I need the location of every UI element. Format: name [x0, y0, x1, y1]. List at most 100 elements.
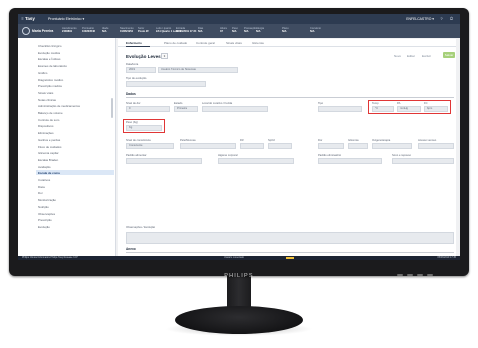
monitor-button	[397, 274, 403, 276]
sidebar-item[interactable]: Checklist cirúrgico	[38, 44, 61, 48]
main-panel: Enfermeiro Plano de cuidado Controle ger…	[118, 39, 456, 256]
sidebar-scrollbar[interactable]	[111, 98, 113, 118]
sidebar-item[interactable]: Notas clínicas	[38, 98, 56, 102]
app-title: Tasy	[25, 16, 35, 21]
sidebar-item[interactable]: Avaliação	[38, 165, 50, 169]
wound-location-field[interactable]	[202, 106, 268, 112]
sidebar-item[interactable]: Escala de coma	[38, 171, 60, 175]
pain-field[interactable]	[318, 143, 344, 149]
sidebar-item[interactable]: Exames de laboratório	[38, 64, 67, 68]
patient-field: Idade N/A	[102, 27, 109, 34]
sidebar-item[interactable]: Controle de soro	[38, 118, 59, 122]
sidebar-item[interactable]: Glicemia capilar	[38, 151, 59, 155]
edit-button[interactable]: Editar	[407, 54, 415, 58]
monitor-stand-base	[175, 306, 303, 334]
patient-avatar-icon	[22, 27, 30, 35]
sidebar-item[interactable]: Evolução médica	[38, 51, 60, 55]
app-header: ≡ Tasy Prontuário Eletrônico ▾ ENFELCAST…	[18, 14, 460, 24]
sidebar-item[interactable]: Curativos	[38, 178, 50, 182]
help-icon[interactable]: ?	[439, 16, 444, 21]
evolution-type-select[interactable]	[126, 81, 206, 87]
patient-field: Peso N/A	[232, 27, 238, 34]
patient-banner: Maria Pereira Atendimento 2436891 Prontuár…	[18, 24, 460, 38]
sidebar-item[interactable]: Evolução	[38, 225, 50, 229]
patient-field: Nascimento 01/06/1954	[120, 27, 134, 34]
sidebar-item[interactable]: Prescrição médica	[38, 84, 62, 88]
temperature-field[interactable]: °C	[372, 106, 394, 112]
observations-textarea[interactable]	[126, 232, 454, 244]
section-divider	[126, 252, 454, 253]
date-label: Data/Hora	[126, 63, 139, 66]
patient-field: Dias N/A	[198, 27, 203, 34]
patient-field: Atendimento 2436891	[62, 27, 77, 34]
record-count[interactable]: 3	[161, 53, 168, 59]
sidebar-item[interactable]: Ganhos e perdas	[38, 138, 60, 142]
sidebar-item[interactable]: Observações	[38, 212, 55, 216]
sidebar-item[interactable]: Nutrição	[38, 205, 49, 209]
type-select[interactable]	[318, 106, 362, 112]
weight-field[interactable]: Kg	[126, 125, 162, 131]
warning-indicator	[286, 257, 294, 259]
patient-name[interactable]: Maria Pereira	[32, 29, 53, 33]
sidebar-item[interactable]: Sinais vitais	[38, 91, 53, 95]
patient-field: Alergia N/A	[256, 27, 264, 34]
patient-field-value: N/A	[244, 30, 249, 34]
pain-level-field[interactable]: 0	[126, 106, 170, 112]
sleep-select[interactable]	[392, 158, 454, 164]
monitor-photo: PHILIPS ≡ Tasy Prontuário Eletrônico ▾ E…	[0, 0, 478, 348]
sidebar-item[interactable]: Dieta	[38, 185, 45, 189]
blood-pressure-field[interactable]: mmHg	[397, 106, 421, 112]
sidebar-item[interactable]: Escalas Braden	[38, 158, 58, 162]
oxygen-therapy-select[interactable]	[372, 143, 412, 149]
tab-sinais-vitais[interactable]: Sinais vitais	[226, 41, 242, 45]
patient-field-value: 05/03/2019 17:34	[176, 30, 197, 34]
sidebar-item[interactable]: Balanço de volume	[38, 111, 63, 115]
patient-field-value: N/A	[198, 30, 203, 34]
sidebar-item[interactable]: Administração de medicamentos	[38, 104, 80, 108]
sidebar-item[interactable]: Escalas e Índices	[38, 57, 61, 61]
skin-select[interactable]	[180, 143, 236, 149]
hygiene-select[interactable]	[218, 158, 294, 164]
feeding-label: Padrão alimentar	[126, 154, 147, 157]
feeding-select[interactable]	[126, 158, 202, 164]
sidebar-item[interactable]: Monitorização	[38, 198, 56, 202]
tab-plano-de-cuidado[interactable]: Plano de cuidado	[164, 41, 187, 45]
new-button[interactable]: Novo	[394, 54, 401, 58]
sidebar-item[interactable]: Prescrição	[38, 218, 52, 222]
section-anexo: Anexo	[126, 247, 136, 251]
patient-field-value: N/A	[232, 30, 237, 34]
sidebar-item[interactable]: Dispositivos	[38, 124, 53, 128]
tab-enfermeiro[interactable]: Enfermeiro	[126, 41, 142, 45]
power-icon[interactable]: ⏻	[449, 16, 454, 21]
sidebar-item[interactable]: Eliminações	[38, 131, 54, 135]
module-selector[interactable]: Prontuário Eletrônico ▾	[48, 17, 84, 21]
user-menu[interactable]: ENFELCASTRO ▾	[406, 17, 434, 21]
consciousness-select[interactable]: Consciente	[126, 143, 174, 149]
patient-field: Plano N/A	[282, 27, 289, 34]
sidebar-item[interactable]: Fluxo de cuidados	[38, 145, 61, 149]
sidebar-item[interactable]: Dor	[38, 191, 43, 195]
sidebar-item[interactable]: Diagnóstico médico	[38, 78, 63, 82]
professional-field[interactable]: Usuário Técnico de Sistemas	[158, 67, 238, 73]
glycemia-field[interactable]	[348, 143, 368, 149]
save-button[interactable]: Salvar	[443, 52, 455, 58]
type-label: Tipo	[318, 102, 324, 105]
patient-field: Precaução N/A	[244, 27, 256, 34]
delete-button[interactable]: Excluir	[422, 54, 431, 58]
tab-glicemia[interactable]: Glicemia	[252, 41, 264, 45]
wound-location-label: Local do curativo / Ferida	[202, 102, 233, 105]
glycemia-label: Glicemia	[348, 139, 359, 142]
status-select[interactable]: Primeira	[174, 106, 198, 112]
tab-controle-geral[interactable]: Controle geral	[196, 41, 215, 45]
sidebar-item[interactable]: Gráfico	[38, 71, 47, 75]
date-field[interactable]: 2019	[126, 67, 156, 73]
pain-label: Dor	[318, 139, 323, 142]
elimination-label: Padrão eliminatório	[318, 154, 342, 157]
venous-access-select[interactable]	[418, 143, 454, 149]
fr-field[interactable]	[240, 143, 264, 149]
blood-pressure-label: PA	[397, 102, 401, 105]
elimination-select[interactable]	[318, 158, 382, 164]
spo2-field[interactable]	[268, 143, 292, 149]
heart-rate-field[interactable]: bpm	[424, 106, 448, 112]
pain-level-label: Nível de dor	[126, 102, 141, 105]
